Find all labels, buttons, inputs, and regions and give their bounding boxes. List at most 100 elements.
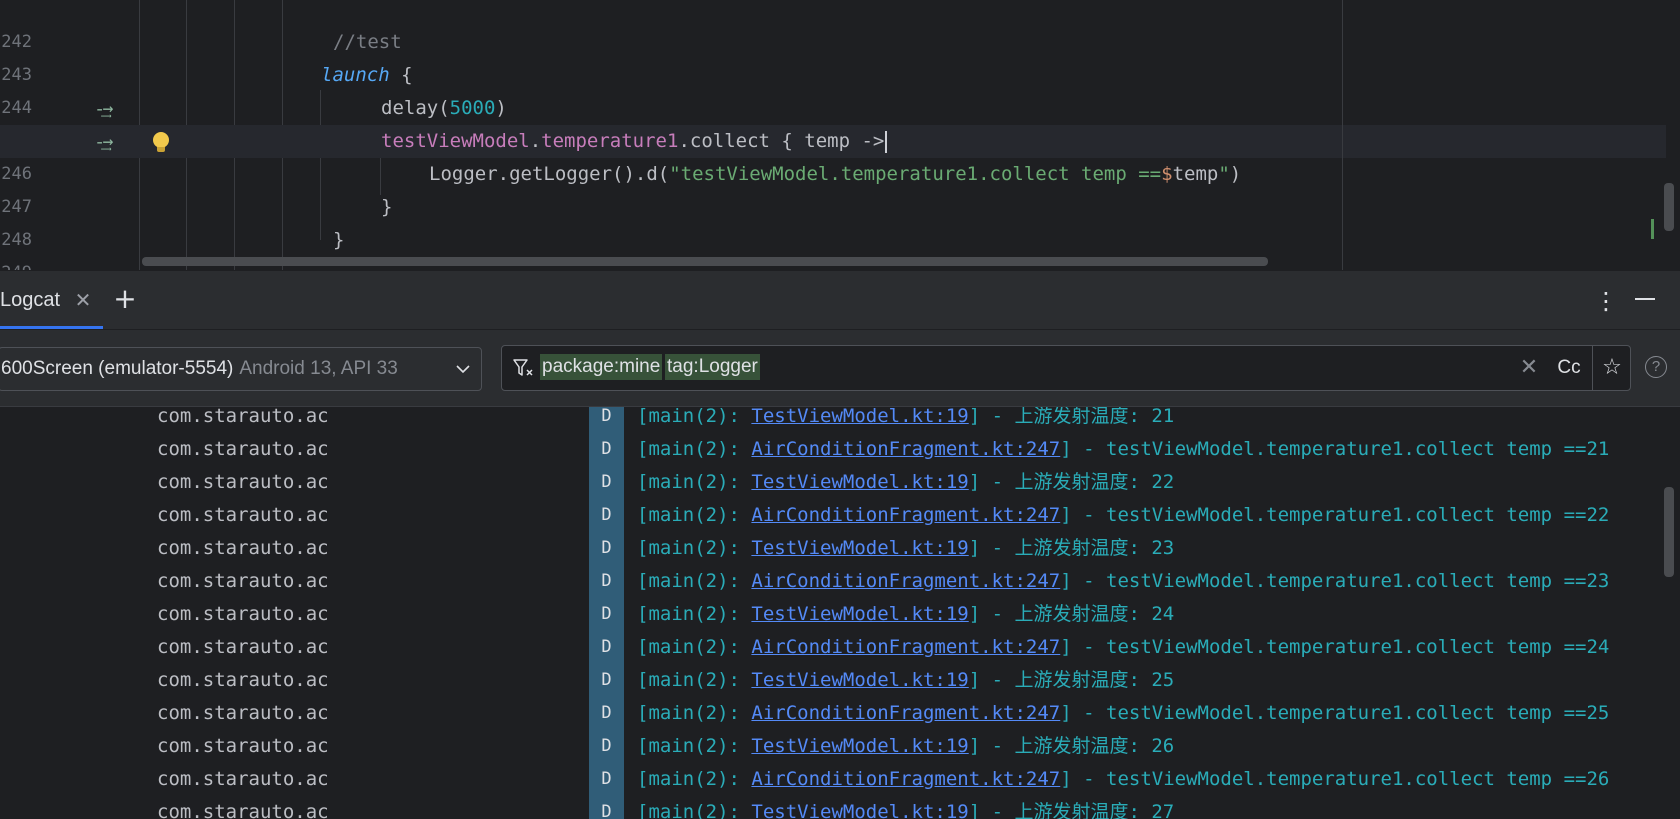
- log-row[interactable]: com.starauto.ac D [main(2): AirConditionFr…: [0, 433, 1666, 466]
- log-message: [main(2): AirConditionFragment.kt:247] -…: [637, 763, 1609, 796]
- log-level-badge: D: [589, 697, 624, 730]
- code-line-current: 246 -͢→ testViewModel.temperature1.colle…: [0, 125, 1666, 184]
- log-source-link[interactable]: TestViewModel.kt:19: [751, 735, 968, 757]
- log-source-link[interactable]: TestViewModel.kt:19: [751, 669, 968, 691]
- log-message: [main(2): TestViewModel.kt:19] - 上游发射温度:…: [637, 466, 1174, 499]
- log-row[interactable]: com.starauto.ac D [main(2): TestViewModel.…: [0, 796, 1666, 819]
- filter-chip-tag[interactable]: tag:Logger: [665, 354, 760, 380]
- log-thread-prefix: [main(2):: [637, 636, 752, 658]
- code-token: .: [529, 130, 542, 152]
- device-selector[interactable]: 600Screen (emulator-5554) Android 13, API…: [0, 347, 482, 391]
- log-source-link[interactable]: AirConditionFragment.kt:247: [751, 768, 1060, 790]
- log-row[interactable]: com.starauto.ac D [main(2): AirConditionFr…: [0, 565, 1666, 598]
- log-text: ] - testViewModel.temperature1.collect t…: [1060, 702, 1610, 724]
- tab-active-indicator: [0, 326, 103, 329]
- minimize-icon[interactable]: [1635, 298, 1655, 300]
- filter-icon[interactable]: [512, 356, 536, 380]
- log-source-link[interactable]: AirConditionFragment.kt:247: [751, 570, 1060, 592]
- log-row[interactable]: com.starauto.ac D [main(2): TestViewModel.…: [0, 664, 1666, 697]
- log-message: [main(2): TestViewModel.kt:19] - 上游发射温度:…: [637, 532, 1174, 565]
- log-thread-prefix: [main(2):: [637, 537, 752, 559]
- log-message: [main(2): TestViewModel.kt:19] - 上游发射温度:…: [637, 664, 1174, 697]
- log-source-link[interactable]: AirConditionFragment.kt:247: [751, 504, 1060, 526]
- log-package: com.starauto.ac: [157, 570, 329, 592]
- log-row[interactable]: com.starauto.ac D [main(2): AirConditionFr…: [0, 499, 1666, 532]
- log-row[interactable]: com.starauto.ac D [main(2): AirConditionFr…: [0, 631, 1666, 664]
- code-text: }: [333, 224, 344, 257]
- log-vertical-scrollbar[interactable]: [1664, 487, 1674, 577]
- log-row[interactable]: com.starauto.ac D [main(2): TestViewModel.…: [0, 730, 1666, 763]
- log-source-link[interactable]: TestViewModel.kt:19: [751, 471, 968, 493]
- code-token: temp: [1172, 163, 1219, 185]
- editor-horizontal-scrollbar[interactable]: [142, 257, 1268, 266]
- log-thread-prefix: [main(2):: [637, 801, 752, 819]
- code-token: .collect { temp ->: [678, 130, 885, 152]
- code-token: }: [381, 196, 393, 218]
- log-text: ] - 上游发射温度: 26: [968, 735, 1175, 757]
- log-text: ] - 上游发射温度: 23: [968, 537, 1175, 559]
- line-number: 249: [0, 257, 32, 270]
- log-row[interactable]: com.starauto.ac D [main(2): TestViewModel.…: [0, 466, 1666, 499]
- log-level-badge: D: [589, 631, 624, 664]
- log-level-badge: D: [589, 796, 624, 819]
- code-line: 248 }: [0, 191, 1666, 250]
- log-package: com.starauto.ac: [157, 407, 329, 427]
- editor-vertical-scrollbar[interactable]: [1664, 183, 1674, 231]
- code-token: "testViewModel.temperature1.collect temp…: [669, 163, 1162, 185]
- log-package: com.starauto.ac: [157, 603, 329, 625]
- log-source-link[interactable]: AirConditionFragment.kt:247: [751, 636, 1060, 658]
- code-token: ": [1218, 163, 1230, 185]
- log-source-link[interactable]: TestViewModel.kt:19: [751, 537, 968, 559]
- code-text: //test: [333, 26, 402, 59]
- log-text: ] - 上游发射温度: 22: [968, 471, 1175, 493]
- tab-logcat-label: Logcat: [0, 288, 61, 311]
- code-token: launch: [321, 64, 390, 86]
- log-package: com.starauto.ac: [157, 504, 329, 526]
- log-text: ] - testViewModel.temperature1.collect t…: [1060, 570, 1610, 592]
- log-text: ] - testViewModel.temperature1.collect t…: [1060, 438, 1610, 460]
- logcat-tool-window-header: Logcat ✕ + ⋮: [0, 270, 1680, 330]
- log-source-link[interactable]: TestViewModel.kt:19: [751, 603, 968, 625]
- clear-filter-icon[interactable]: ✕: [1517, 354, 1541, 382]
- suspend-call-icon[interactable]: -͢→: [92, 125, 118, 158]
- log-thread-prefix: [main(2):: [637, 735, 752, 757]
- log-row[interactable]: com.starauto.ac D [main(2): TestViewModel.…: [0, 407, 1666, 433]
- log-row[interactable]: com.starauto.ac D [main(2): TestViewModel.…: [0, 532, 1666, 565]
- close-icon[interactable]: ✕: [72, 285, 94, 315]
- log-message: [main(2): AirConditionFragment.kt:247] -…: [637, 565, 1609, 598]
- match-case-toggle[interactable]: Cc: [1552, 354, 1586, 382]
- more-options-icon[interactable]: ⋮: [1594, 284, 1618, 318]
- filter-chip-package[interactable]: package:mine: [540, 354, 663, 380]
- suspend-call-icon[interactable]: -͢→: [92, 92, 118, 125]
- lightbulb-icon[interactable]: [152, 132, 170, 154]
- code-line: 247 Logger.getLogger().d("testViewModel.…: [0, 158, 1666, 217]
- log-level-badge: D: [589, 730, 624, 763]
- log-source-link[interactable]: AirConditionFragment.kt:247: [751, 438, 1060, 460]
- log-row[interactable]: com.starauto.ac D [main(2): AirConditionFr…: [0, 697, 1666, 730]
- filter-input[interactable]: package:mine tag:Logger ✕ Cc ☆: [501, 345, 1631, 391]
- favorite-filter-icon[interactable]: ☆: [1599, 354, 1625, 382]
- log-source-link[interactable]: TestViewModel.kt:19: [751, 801, 968, 819]
- log-thread-prefix: [main(2):: [637, 407, 752, 427]
- help-icon[interactable]: ?: [1645, 356, 1667, 378]
- log-source-link[interactable]: TestViewModel.kt:19: [751, 407, 968, 427]
- log-text: ] - testViewModel.temperature1.collect t…: [1060, 768, 1610, 790]
- code-text: }: [381, 191, 392, 224]
- log-thread-prefix: [main(2):: [637, 471, 752, 493]
- log-text: ] - testViewModel.temperature1.collect t…: [1060, 636, 1610, 658]
- device-name: 600Screen (emulator-5554): [1, 358, 234, 379]
- change-marker: [1651, 219, 1654, 239]
- code-line: 242: [0, 0, 1666, 52]
- code-line: 245 -͢→ delay(5000): [0, 92, 1666, 151]
- add-tab-icon[interactable]: +: [110, 282, 140, 316]
- log-row[interactable]: com.starauto.ac D [main(2): TestViewModel.…: [0, 598, 1666, 631]
- log-thread-prefix: [main(2):: [637, 438, 752, 460]
- log-list[interactable]: com.starauto.ac D [main(2): TestViewModel.…: [0, 407, 1666, 819]
- log-source-link[interactable]: AirConditionFragment.kt:247: [751, 702, 1060, 724]
- log-row[interactable]: com.starauto.ac D [main(2): AirConditionFr…: [0, 763, 1666, 796]
- log-thread-prefix: [main(2):: [637, 504, 752, 526]
- log-message: [main(2): AirConditionFragment.kt:247] -…: [637, 631, 1609, 664]
- code-editor[interactable]: 242 243 //test 244 launch { 245 -͢→ dela…: [0, 0, 1680, 270]
- log-thread-prefix: [main(2):: [637, 768, 752, 790]
- tab-logcat[interactable]: Logcat: [0, 271, 60, 329]
